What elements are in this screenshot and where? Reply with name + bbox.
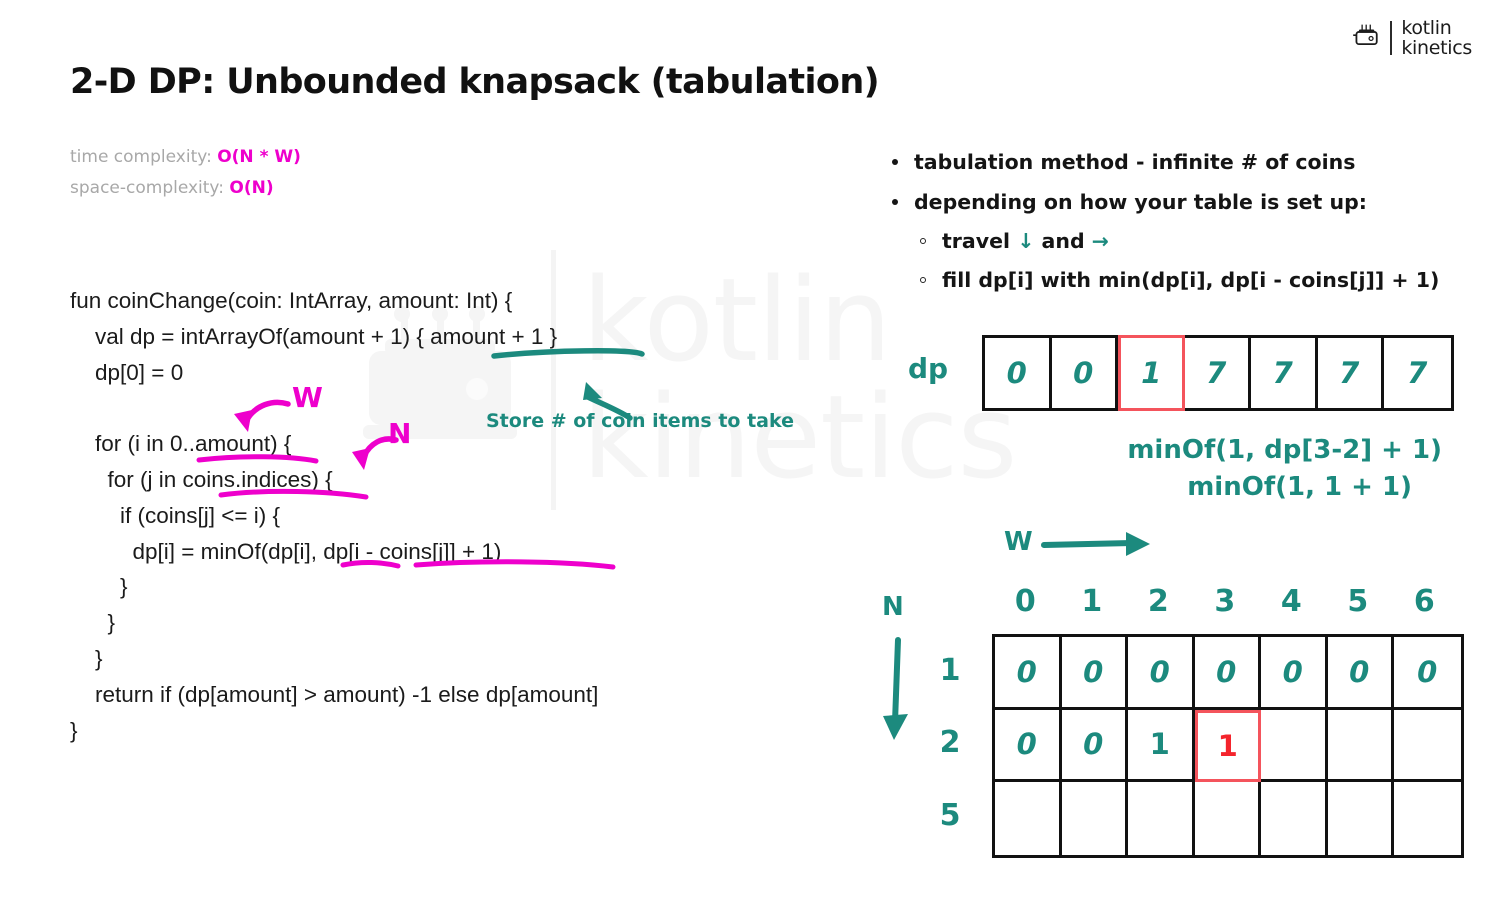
grid-cell: 0: [995, 637, 1062, 710]
grid-cell: 0: [1061, 709, 1128, 782]
grid-cell: [1261, 709, 1328, 782]
list-item: depending on how your table is set up:: [892, 182, 1490, 222]
travel-label: travel: [942, 229, 1011, 253]
w-axis-arrow-icon: [1041, 532, 1150, 556]
time-complexity-label: time complexity:: [70, 147, 218, 167]
bullet-list: tabulation method - infinite # of coins …: [870, 142, 1490, 300]
grid-column-header: 4: [1280, 584, 1302, 619]
bullet-dot-icon: [892, 159, 898, 165]
n-axis-arrow-icon: [883, 637, 908, 740]
dp-cell: 0: [1052, 338, 1118, 408]
minof-annotations: minOf(1, dp[3-2] + 1) minOf(1, 1 + 1): [1010, 432, 1470, 506]
dp-cell: 7: [1251, 338, 1318, 408]
grid-cell: [1062, 782, 1128, 855]
list-item-label: tabulation method - infinite # of coins: [914, 150, 1356, 174]
and-label: and: [1041, 229, 1085, 253]
bullet-list-level2: travel ↓ and → fill dp[i] with min(dp[i]…: [870, 222, 1490, 300]
grid-cell: [1327, 709, 1394, 782]
dp-array: 0017777: [982, 335, 1454, 411]
grid-column-header: 0: [1014, 584, 1036, 619]
grid-cell: 1: [1194, 709, 1261, 782]
grid-row-header: 5: [939, 797, 961, 833]
grid-cell: 0: [1128, 637, 1195, 710]
list-item: travel ↓ and →: [920, 222, 1490, 261]
dp-cell: 7: [1318, 338, 1384, 408]
time-complexity-value: O(N * W): [217, 147, 301, 167]
brand-divider: [1390, 21, 1393, 56]
dp-cell: 1: [1118, 335, 1185, 411]
list-item: fill dp[i] with min(dp[i], dp[i - coins[…: [920, 261, 1490, 300]
dp-cell: 7: [1407, 356, 1428, 390]
grid-row-headers: 1 2 5: [928, 634, 972, 852]
grid-cell: 0: [1327, 637, 1394, 710]
watermark-line-2: kinetics: [582, 371, 1017, 505]
grid-cell: [1261, 782, 1328, 855]
space-complexity-value: O(N): [229, 178, 274, 198]
list-item-label: depending on how your table is set up:: [914, 190, 1367, 214]
grid-column-header: 1: [1081, 584, 1103, 619]
n-axis-label: N: [882, 592, 904, 622]
minof-line-2: minOf(1, 1 + 1): [1187, 472, 1412, 502]
grid-column-header: 6: [1413, 584, 1435, 619]
grid-column-headers: 0 1 2 3 4 5 6: [992, 584, 1458, 619]
grid-row-header: 1: [939, 652, 961, 688]
table-row: 0000000: [995, 637, 1461, 710]
grid-cell: 1: [1128, 709, 1195, 782]
grid-cell: [1394, 782, 1461, 855]
time-complexity-line: time complexity: O(N * W): [70, 142, 301, 173]
brand-line-2: kinetics: [1401, 37, 1472, 60]
list-item: tabulation method - infinite # of coins: [892, 142, 1490, 182]
toaster-icon: [1353, 23, 1381, 54]
grid-column-header: 5: [1347, 584, 1369, 619]
grid-cell: 0: [1394, 637, 1461, 710]
bullet-ring-icon: [920, 277, 926, 283]
table-row: 0011: [995, 709, 1461, 782]
grid-cell: [1195, 782, 1261, 855]
space-complexity-label: space-complexity:: [70, 178, 230, 198]
grid-cell: [995, 782, 1062, 855]
page-title: 2-D DP: Unbounded knapsack (tabulation): [70, 62, 880, 102]
dp-cell: 0: [985, 338, 1052, 408]
minof-line-1: minOf(1, dp[3-2] + 1): [1127, 435, 1442, 465]
grid-cell: 0: [1194, 637, 1261, 710]
bullet-ring-icon: [920, 238, 926, 244]
dp-array-label: dp: [908, 352, 949, 385]
bullet-dot-icon: [892, 199, 898, 205]
arrow-right-icon: →: [1091, 229, 1109, 253]
table-row: [995, 782, 1461, 855]
dp-grid-table: 00000000011: [992, 634, 1464, 858]
complexity-block: time complexity: O(N * W) space-complexi…: [70, 142, 301, 204]
grid-cell: [1394, 710, 1461, 782]
brand-line-1: kotlin: [1401, 17, 1452, 39]
dp-cell: 7: [1185, 338, 1251, 408]
grid-column-header: 2: [1147, 584, 1169, 619]
brand-logo: kotlin kinetics: [1353, 18, 1472, 58]
grid-cell: 0: [995, 709, 1062, 782]
w-axis-label: W: [1004, 527, 1033, 557]
code-block: fun coinChange(coin: IntArray, amount: I…: [70, 288, 599, 743]
grid-column-header: 3: [1214, 584, 1236, 619]
grid-cell: 0: [1261, 637, 1328, 710]
grid-cell: 0: [1061, 637, 1128, 710]
bullet-list-level1: tabulation method - infinite # of coins …: [870, 142, 1490, 222]
grid-cell: [1328, 782, 1394, 855]
grid-cell: [1128, 782, 1195, 855]
space-complexity-line: space-complexity: O(N): [70, 173, 301, 204]
brand-name: kotlin kinetics: [1401, 18, 1472, 58]
grid-row-header: 2: [939, 725, 961, 761]
arrow-down-icon: ↓: [1017, 229, 1035, 253]
list-item-label: fill dp[i] with min(dp[i], dp[i - coins[…: [942, 268, 1440, 292]
